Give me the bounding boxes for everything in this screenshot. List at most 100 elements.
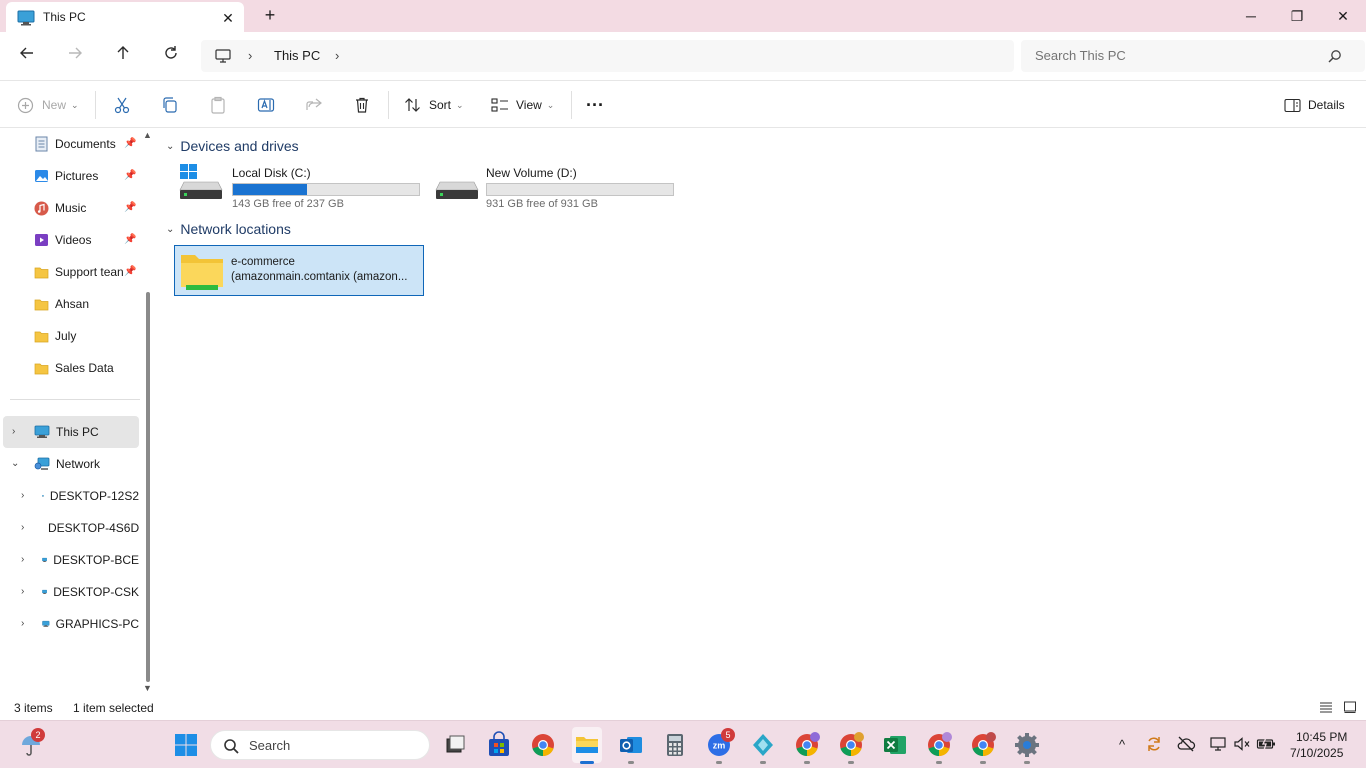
close-tab-button[interactable]: ✕ <box>218 8 238 28</box>
start-button[interactable] <box>172 731 200 759</box>
section-network-locations[interactable]: ⌄ Network locations <box>166 221 291 237</box>
battery-icon[interactable] <box>1256 735 1276 755</box>
close-window-button[interactable]: ✕ <box>1320 0 1366 32</box>
more-options-button[interactable]: ··· <box>586 93 604 117</box>
details-view-button[interactable] <box>1319 700 1333 717</box>
network-icon[interactable] <box>1208 735 1228 755</box>
outlook-app[interactable] <box>617 731 645 759</box>
delete-button[interactable] <box>353 93 371 117</box>
volume-muted-icon[interactable] <box>1232 735 1252 755</box>
divider <box>10 399 140 400</box>
sidebar-item-label: Network <box>56 457 101 471</box>
chevron-right-icon[interactable]: › <box>21 586 24 597</box>
settings-app[interactable] <box>1013 731 1041 759</box>
paste-button[interactable] <box>209 93 227 117</box>
maximize-button[interactable]: ❐ <box>1274 0 1320 32</box>
chevron-right-icon[interactable]: › <box>21 554 24 565</box>
microsoft-store-app[interactable] <box>485 731 513 759</box>
up-button[interactable] <box>109 44 137 68</box>
network-location-item[interactable]: e-commerce (amazonmain.comtanix (amazon.… <box>174 245 424 296</box>
forward-button[interactable] <box>61 44 89 68</box>
sidebar-item-sales-data[interactable]: Sales Data <box>34 353 144 383</box>
command-bar: New ⌄ Sort ⌄ View ⌄ ··· Details <box>0 80 1366 128</box>
drive-name: Local Disk (C:) <box>232 166 311 180</box>
sidebar-item-desktop-bce[interactable]: DESKTOP-BCE <box>42 545 139 575</box>
chrome-profile-app-1[interactable] <box>793 731 821 759</box>
task-view-button[interactable] <box>441 731 469 759</box>
show-hidden-icons-button[interactable]: ^ <box>1112 735 1132 755</box>
view-button[interactable]: View ⌄ <box>491 93 554 117</box>
back-button[interactable] <box>13 44 41 68</box>
copy-button[interactable] <box>161 93 179 117</box>
new-tab-button[interactable]: + <box>258 5 282 27</box>
list-view-icon <box>1320 702 1332 713</box>
new-button[interactable]: New ⌄ <box>17 93 79 117</box>
search-box[interactable] <box>1021 40 1365 72</box>
tiles-view-button[interactable] <box>1343 700 1357 717</box>
sort-label: Sort <box>429 98 452 112</box>
sidebar-item-graphics-pc[interactable]: GRAPHICS-PC <box>42 609 139 639</box>
documents-icon <box>35 136 48 152</box>
refresh-button[interactable] <box>157 44 185 68</box>
tab-this-pc[interactable]: This PC ✕ <box>6 2 244 32</box>
task-view-icon <box>446 735 465 753</box>
sort-button[interactable]: Sort ⌄ <box>404 93 464 117</box>
chevron-right-icon[interactable]: › <box>12 426 15 437</box>
windows-logo-icon <box>175 734 197 756</box>
address-bar[interactable]: › This PC › <box>201 40 1014 72</box>
scroll-up-icon[interactable]: ▲ <box>143 130 152 140</box>
rename-icon <box>257 98 275 112</box>
back-arrow-icon <box>20 47 33 59</box>
share-button[interactable] <box>305 93 323 117</box>
sidebar-item-support-tean[interactable]: Support tean <box>34 257 124 287</box>
search-input[interactable] <box>1035 48 1315 63</box>
chevron-right-icon[interactable]: › <box>248 48 252 63</box>
chevron-down-icon: ⌄ <box>166 140 175 152</box>
onedrive-offline-icon[interactable] <box>1176 735 1196 755</box>
sidebar-item-ahsan[interactable]: Ahsan <box>34 289 144 319</box>
minimize-button[interactable]: ─ <box>1228 0 1274 32</box>
breadcrumb-this-pc[interactable]: This PC <box>274 48 320 63</box>
file-explorer-app[interactable] <box>572 727 602 763</box>
chrome-app[interactable] <box>529 731 557 759</box>
chevron-down-icon: ⌄ <box>166 223 175 235</box>
excel-app[interactable] <box>881 731 909 759</box>
sidebar-item-desktop-4s6d[interactable]: DESKTOP-4S6D <box>42 513 139 543</box>
scroll-down-icon[interactable]: ▼ <box>143 683 152 693</box>
chevron-right-icon[interactable]: › <box>21 490 24 501</box>
chevron-right-icon[interactable]: › <box>21 522 24 533</box>
sidebar-item-july[interactable]: July <box>34 321 144 351</box>
chevron-down-icon[interactable]: ⌄ <box>11 458 19 469</box>
chrome-profile-app-4[interactable] <box>969 731 997 759</box>
drive-d[interactable]: New Volume (D:) 931 GB free of 931 GB <box>430 162 680 214</box>
clock-date[interactable]: 7/10/2025 <box>1290 746 1343 760</box>
taskbar-search[interactable]: Search <box>210 730 430 760</box>
clock-time[interactable]: 10:45 PM <box>1296 730 1347 744</box>
zoom-app[interactable]: zm 5 <box>705 728 735 759</box>
chrome-profile-app-3[interactable] <box>925 731 953 759</box>
weather-widget[interactable]: 2 <box>17 728 45 759</box>
store-icon <box>489 731 509 756</box>
cut-button[interactable] <box>113 93 131 117</box>
diamond-app[interactable] <box>749 731 777 759</box>
chevron-right-icon[interactable]: › <box>335 48 339 63</box>
calculator-app[interactable] <box>661 731 689 759</box>
details-button[interactable]: Details <box>1284 93 1345 117</box>
drive-c[interactable]: Local Disk (C:) 143 GB free of 237 GB <box>176 162 426 214</box>
new-label: New <box>42 98 67 112</box>
forward-arrow-icon <box>69 47 82 59</box>
taskbar-search-label: Search <box>249 738 291 753</box>
sidebar-item-desktop-12s2[interactable]: DESKTOP-12S2 <box>42 481 139 511</box>
search-icon <box>1328 49 1342 66</box>
running-app-indicator <box>980 761 986 764</box>
rename-button[interactable] <box>257 93 275 117</box>
sidebar-item-desktop-csk[interactable]: DESKTOP-CSK <box>42 577 139 607</box>
sidebar-this-pc-row[interactable]: This PC <box>34 417 139 447</box>
sidebar-item-network[interactable]: Network <box>34 449 139 479</box>
section-devices-and-drives[interactable]: ⌄ Devices and drives <box>166 138 299 154</box>
sync-icon[interactable] <box>1144 735 1164 755</box>
chrome-profile-app-2[interactable] <box>837 731 865 759</box>
sidebar-scrollbar[interactable]: ▲ ▼ <box>142 130 154 694</box>
chevron-right-icon[interactable]: › <box>21 618 24 629</box>
scroll-thumb[interactable] <box>146 292 150 682</box>
